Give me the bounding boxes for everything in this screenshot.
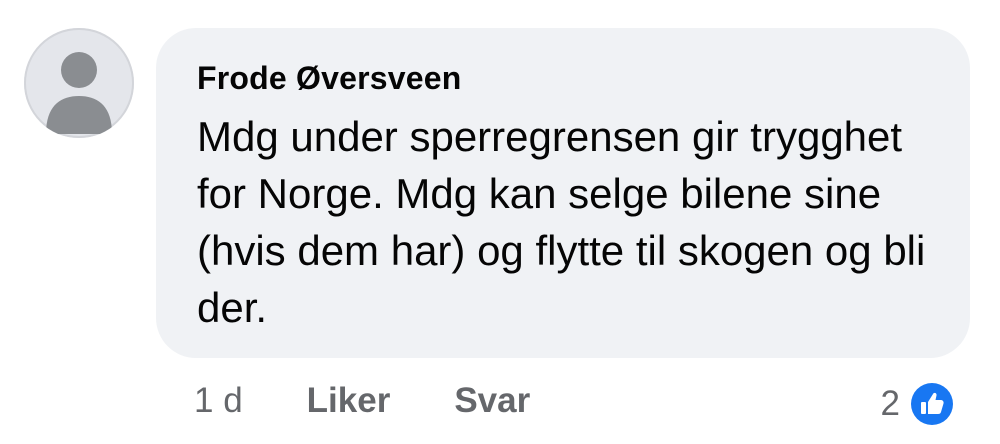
like-reaction-icon	[908, 380, 956, 428]
like-button[interactable]: Liker	[307, 381, 391, 421]
comment-timestamp[interactable]: 1 d	[194, 381, 243, 421]
reaction-count: 2	[880, 384, 900, 423]
reaction-summary[interactable]: 2	[881, 380, 956, 428]
default-avatar-icon	[46, 52, 112, 134]
comment-actions: 1 d Liker Svar	[194, 378, 594, 424]
comment-bubble: Frode Øversveen Mdg under sperregrensen …	[156, 28, 970, 358]
avatar[interactable]	[24, 28, 134, 138]
comment-text: Mdg under sperregrensen gir trygghet for…	[197, 113, 926, 331]
comment: Frode Øversveen Mdg under sperregrensen …	[0, 0, 1000, 444]
comment-author[interactable]: Frode Øversveen	[197, 58, 940, 98]
reply-button[interactable]: Svar	[454, 381, 530, 421]
